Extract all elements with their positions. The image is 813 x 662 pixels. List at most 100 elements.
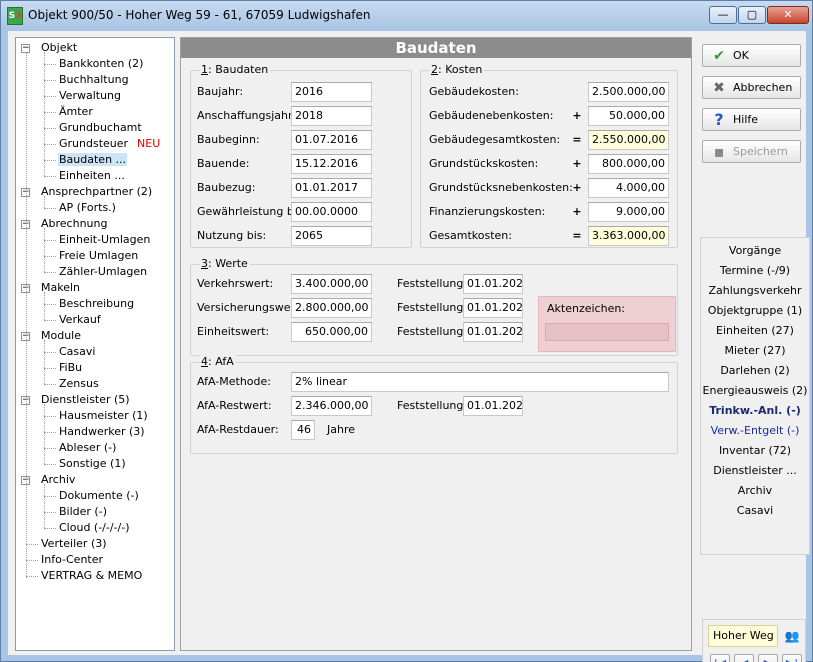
tree-item[interactable]: Abrechnung xyxy=(40,216,108,232)
close-button[interactable]: ✕ xyxy=(767,6,809,24)
tree-item[interactable]: Grundsteuer NEU xyxy=(58,136,160,152)
nav-item[interactable]: Einheiten (27) xyxy=(701,321,809,341)
nav-item[interactable]: Archiv xyxy=(701,481,809,501)
tree-connector xyxy=(44,368,56,369)
tree-item[interactable]: FiBu xyxy=(58,360,83,376)
tree-item[interactable]: Bilder (-) xyxy=(58,504,108,520)
tree-item[interactable]: Casavi xyxy=(58,344,96,360)
navigation-tree: Objekt − Bankkonten (2) Buchhaltung Verwaltu… xyxy=(15,37,175,651)
tree-item-label: Sonstige (1) xyxy=(59,457,126,470)
tree-item[interactable]: Verteiler (3) xyxy=(40,536,108,552)
tree-item-label: Zähler-Umlagen xyxy=(59,265,148,278)
kosten-field[interactable]: 2.500.000,00 xyxy=(588,82,669,102)
people-icon[interactable]: 👥 xyxy=(783,627,801,645)
save-button[interactable]: ▪ Speichern xyxy=(702,140,801,163)
tree-item-label: Freie Umlagen xyxy=(59,249,139,262)
kosten-field[interactable]: 50.000,00 xyxy=(588,106,669,126)
nav-item[interactable]: Trinkw.-Anl. (-) xyxy=(701,401,809,421)
tree-item[interactable]: Hausmeister (1) xyxy=(58,408,149,424)
afa-restwert-field[interactable]: 2.346.000,00 xyxy=(291,396,372,416)
tree-item[interactable]: Beschreibung xyxy=(58,296,135,312)
nav-item[interactable]: Objektgruppe (1) xyxy=(701,301,809,321)
tree-item[interactable]: Dienstleister (5) xyxy=(40,392,131,408)
tree-item[interactable]: Handwerker (3) xyxy=(58,424,146,440)
kosten-field[interactable]: 4.000,00 xyxy=(588,178,669,198)
baudaten-field[interactable]: 2016 xyxy=(291,82,372,102)
feststellung-field[interactable]: 01.01.2021 xyxy=(463,298,523,318)
tree-connector xyxy=(26,52,27,578)
aktenzeichen-field[interactable] xyxy=(545,323,669,341)
kosten-field[interactable]: 3.363.000,00 xyxy=(588,226,669,246)
baudaten-field[interactable]: 01.01.2017 xyxy=(291,178,372,198)
werte-field[interactable]: 3.400.000,00 xyxy=(291,274,372,294)
cancel-button[interactable]: ✖ Abbrechen xyxy=(702,76,801,99)
tree-item[interactable]: Zensus xyxy=(58,376,100,392)
tree-item[interactable]: Einheit-Umlagen xyxy=(58,232,151,248)
tree-item[interactable]: Makeln xyxy=(40,280,81,296)
ok-button[interactable]: ✔ OK xyxy=(702,44,801,67)
tree-item[interactable]: Archiv xyxy=(40,472,76,488)
kosten-field[interactable]: 800.000,00 xyxy=(588,154,669,174)
minimize-button[interactable]: — xyxy=(709,6,737,24)
tree-item[interactable]: Verwaltung xyxy=(58,88,122,104)
tree-item[interactable]: Zähler-Umlagen xyxy=(58,264,148,280)
first-record-button[interactable]: |◀ xyxy=(710,654,730,662)
baudaten-field[interactable]: 2018 xyxy=(291,106,372,126)
nav-item[interactable]: Verw.-Entgelt (-) xyxy=(701,421,809,441)
kosten-operator: + xyxy=(572,157,582,170)
tree-item[interactable]: Einheiten ... xyxy=(58,168,126,184)
tree-item[interactable]: Freie Umlagen xyxy=(58,248,139,264)
nav-item[interactable]: Casavi xyxy=(701,501,809,521)
address-short-field[interactable]: Hoher Weg 5 xyxy=(708,625,778,647)
nav-item[interactable]: Darlehen (2) xyxy=(701,361,809,381)
tree-item[interactable]: AP (Forts.) xyxy=(58,200,117,216)
tree-item[interactable]: Module xyxy=(40,328,82,344)
tree-connector xyxy=(44,448,56,449)
tree-item[interactable]: Ansprechpartner (2) xyxy=(40,184,153,200)
previous-record-button[interactable]: ◀ xyxy=(734,654,754,662)
help-button[interactable]: ? Hilfe xyxy=(702,108,801,131)
nav-item[interactable]: Dienstleister ... xyxy=(701,461,809,481)
baudaten-field[interactable]: 15.12.2016 xyxy=(291,154,372,174)
tree-connector xyxy=(44,464,56,465)
nav-item[interactable]: Inventar (72) xyxy=(701,441,809,461)
tree-item[interactable]: Sonstige (1) xyxy=(58,456,127,472)
tree-item[interactable]: Grundbuchamt xyxy=(58,120,143,136)
tree-item[interactable]: Objekt xyxy=(40,40,78,56)
feststellung-field[interactable]: 01.01.2021 xyxy=(463,274,523,294)
tree-item[interactable]: Info-Center xyxy=(40,552,104,568)
tree-item[interactable]: Baudaten ... xyxy=(58,152,128,168)
kosten-field[interactable]: 9.000,00 xyxy=(588,202,669,222)
baudaten-field[interactable]: 00.00.0000 xyxy=(291,202,372,222)
nav-item[interactable]: Vorgänge xyxy=(701,241,809,261)
baudaten-field[interactable]: 01.07.2016 xyxy=(291,130,372,150)
nav-item[interactable]: Mieter (27) xyxy=(701,341,809,361)
next-record-button[interactable]: ▶ xyxy=(758,654,778,662)
feststellung-field[interactable]: 01.01.2021 xyxy=(463,322,523,342)
tree-item[interactable]: Buchhaltung xyxy=(58,72,130,88)
last-record-button[interactable]: ▶| xyxy=(782,654,802,662)
baudaten-field[interactable]: 2065 xyxy=(291,226,372,246)
tree-item[interactable]: Verkauf xyxy=(58,312,102,328)
tree-item[interactable]: Ämter xyxy=(58,104,94,120)
werte-field[interactable]: 2.800.000,00 xyxy=(291,298,372,318)
tree-item[interactable]: Cloud (-/-/-/-) xyxy=(58,520,131,536)
tree-item[interactable]: Ableser (-) xyxy=(58,440,117,456)
maximize-button[interactable]: ▢ xyxy=(738,6,766,24)
tree-item-label: Zensus xyxy=(59,377,99,390)
tree-item[interactable]: VERTRAG & MEMO xyxy=(40,568,143,584)
tree-item[interactable]: Dokumente (-) xyxy=(58,488,140,504)
afa-methode-field[interactable]: 2% linear xyxy=(291,372,669,392)
kosten-operator: + xyxy=(572,181,582,194)
nav-item[interactable]: Termine (-/9) xyxy=(701,261,809,281)
tree-connector xyxy=(44,340,45,384)
kosten-field[interactable]: 2.550.000,00 xyxy=(588,130,669,150)
afa-feststellung-field[interactable]: 01.01.2021 xyxy=(463,396,523,416)
werte-field[interactable]: 650.000,00 xyxy=(291,322,372,342)
nav-item[interactable]: Energieausweis (2) xyxy=(701,381,809,401)
afa-restdauer-field[interactable]: 46 xyxy=(291,420,315,440)
related-records-list: Vorgänge Termine (-/9) Zahlungsverkehr Obje… xyxy=(700,237,810,555)
tree-connector xyxy=(44,432,56,433)
tree-item[interactable]: Bankkonten (2) xyxy=(58,56,144,72)
nav-item[interactable]: Zahlungsverkehr xyxy=(701,281,809,301)
